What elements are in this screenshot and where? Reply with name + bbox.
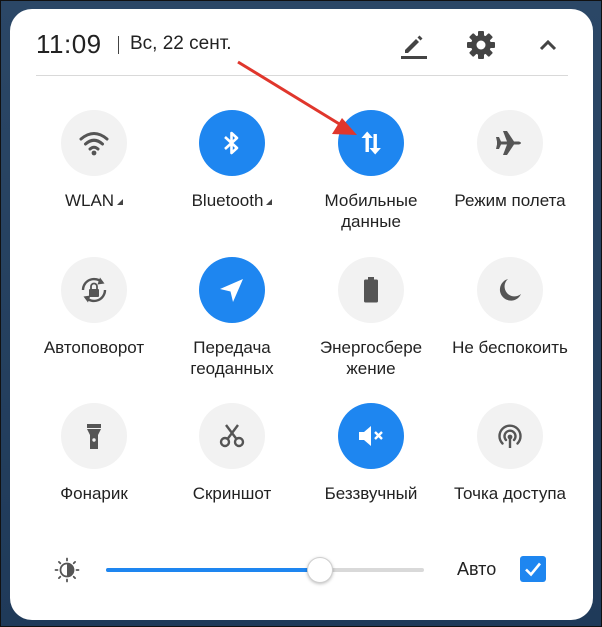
tile-hotspot[interactable]: Точка доступа — [440, 403, 580, 533]
tile-flashlight-label: Фонарик — [60, 484, 128, 503]
tile-bluetooth[interactable]: Bluetooth — [162, 110, 302, 240]
brightness-slider-fill — [106, 568, 320, 572]
tile-screenshot-circle — [199, 403, 265, 469]
tile-hotspot-circle — [477, 403, 543, 469]
edit-icon — [401, 35, 427, 59]
airplane-icon — [496, 131, 521, 155]
tile-bluetooth-label: Bluetooth — [162, 190, 302, 211]
battery-icon — [364, 277, 378, 303]
quick-settings-panel: 11:09 Вс, 22 сент. WLAN Bluetooth Мобиль… — [10, 9, 593, 620]
tile-flashlight-circle — [61, 403, 127, 469]
tile-location-label: Передача геоданных — [190, 338, 274, 378]
tile-autorotate[interactable]: Автоповорот — [24, 257, 164, 387]
wifi-icon — [79, 132, 109, 156]
expand-caret-icon — [266, 199, 273, 205]
tile-autorotate-label: Автоповорот — [43, 338, 145, 357]
tile-silent-circle — [338, 403, 404, 469]
hotspot-icon — [498, 424, 522, 448]
tile-airplane-label: Режим полета — [454, 191, 566, 210]
tile-power-saving[interactable]: Энергосбере жение — [301, 257, 441, 387]
tile-wlan-label: WLAN — [24, 190, 164, 211]
header-separator — [118, 36, 119, 54]
tile-wlan-circle — [61, 110, 127, 176]
tile-airplane-circle — [477, 110, 543, 176]
brightness-slider[interactable] — [106, 557, 424, 583]
brightness-icon — [54, 557, 80, 583]
tile-location-circle — [199, 257, 265, 323]
tile-mobile-data-circle — [338, 110, 404, 176]
tile-bluetooth-circle — [199, 110, 265, 176]
tile-mobile-data-label: Мобильные данные — [324, 191, 418, 231]
tile-wlan[interactable]: WLAN — [24, 110, 164, 240]
moon-icon — [499, 279, 521, 301]
brightness-slider-thumb[interactable] — [307, 557, 334, 583]
brightness-row: Авто — [10, 544, 593, 594]
checkmark-icon — [525, 562, 542, 577]
tile-screenshot[interactable]: Скриншот — [162, 403, 302, 533]
tile-dnd-label: Не беспокоить — [452, 338, 568, 357]
tile-screenshot-label: Скриншот — [192, 484, 272, 503]
gear-icon — [467, 31, 495, 59]
auto-brightness-label: Авто — [457, 559, 497, 579]
mobile-data-icon — [361, 131, 381, 155]
collapse-button[interactable] — [530, 27, 566, 63]
tile-flashlight[interactable]: Фонарик — [24, 403, 164, 533]
tile-dnd-circle — [477, 257, 543, 323]
date-text: Вс, 22 сент. — [130, 33, 232, 54]
edit-button[interactable] — [395, 27, 431, 63]
tile-location[interactable]: Передача геоданных — [162, 257, 302, 387]
rotation-lock-icon — [81, 277, 107, 303]
tile-silent[interactable]: Беззвучный — [301, 403, 441, 533]
tile-airplane-mode[interactable]: Режим полета — [440, 110, 580, 240]
settings-button[interactable] — [463, 27, 499, 63]
auto-brightness-checkbox[interactable] — [520, 556, 546, 582]
expand-caret-icon — [117, 199, 124, 205]
flashlight-icon — [87, 424, 101, 449]
tile-power-saving-label: Энергосбере жение — [319, 338, 423, 378]
location-icon — [220, 279, 243, 302]
tile-bluetooth-text: Bluetooth — [191, 191, 264, 210]
header-divider — [36, 75, 568, 76]
clock-time: 11:09 — [36, 29, 102, 59]
tile-silent-label: Беззвучный — [324, 484, 418, 503]
status-header: 11:09 Вс, 22 сент. — [10, 9, 593, 77]
tile-autorotate-circle — [61, 257, 127, 323]
tile-power-saving-circle — [338, 257, 404, 323]
tile-hotspot-label: Точка доступа — [454, 484, 566, 503]
chevron-up-icon — [539, 39, 557, 51]
tile-wlan-text: WLAN — [64, 191, 115, 210]
tile-mobile-data[interactable]: Мобильные данные — [301, 110, 441, 240]
bluetooth-icon — [224, 131, 239, 155]
tile-do-not-disturb[interactable]: Не беспокоить — [440, 257, 580, 387]
screenshot-frame: 11:09 Вс, 22 сент. WLAN Bluetooth Мобиль… — [0, 0, 602, 627]
mute-icon — [359, 426, 383, 446]
scissors-icon — [219, 424, 245, 448]
